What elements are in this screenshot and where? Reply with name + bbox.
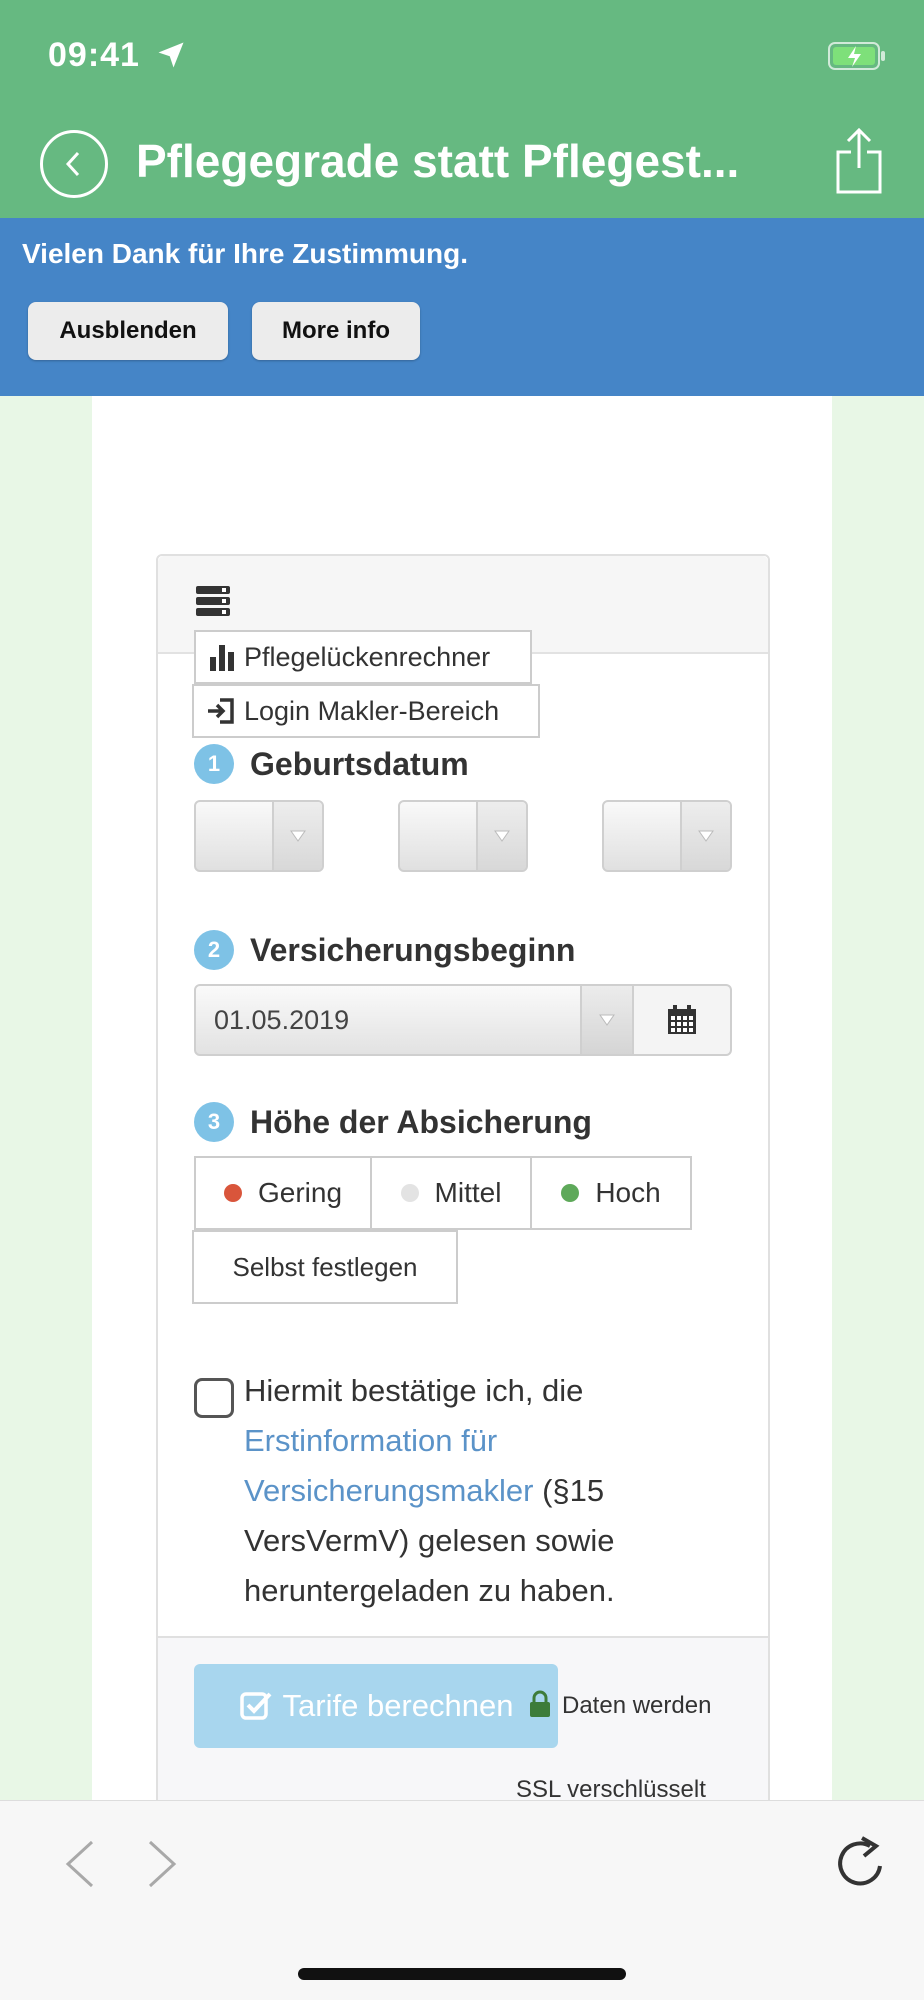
calculator-link-label: Pflegelückenrechner <box>244 641 491 672</box>
birth-month-select[interactable] <box>398 800 528 872</box>
calendar-button[interactable] <box>634 984 732 1056</box>
calculate-tariffs-label: Tarife berechnen <box>282 1688 514 1723</box>
level-label: Gering <box>257 1177 343 1208</box>
first-information-link[interactable]: Erstinformation für Versicherungsmakler <box>244 1423 533 1508</box>
caret-down-icon <box>698 830 714 842</box>
calculate-tariffs-button[interactable]: Tarife berechnen <box>194 1664 558 1748</box>
chevron-left-icon <box>65 151 80 177</box>
level-label: Mittel <box>434 1177 502 1208</box>
ssl-note-line1: Daten werden <box>562 1692 712 1719</box>
broker-login-label: Login Makler-Bereich <box>244 695 500 726</box>
agreement-text: Hiermit bestätige ich, die Erstinformati… <box>244 1366 714 1616</box>
server-menu-icon[interactable] <box>196 584 230 618</box>
location-arrow-icon <box>158 42 184 68</box>
agreement-text-start: Hiermit bestätige ich, die <box>244 1373 584 1408</box>
step-number: 2 <box>194 930 234 970</box>
consent-message: Vielen Dank für Ihre Zustimmung. <box>22 238 469 269</box>
sign-in-icon <box>208 698 234 724</box>
calendar-icon <box>668 1005 696 1034</box>
agreement-checkbox[interactable] <box>194 1378 234 1418</box>
step-number: 3 <box>194 1102 234 1142</box>
birth-day-select[interactable] <box>194 800 324 872</box>
step-number: 1 <box>194 744 234 784</box>
caret-down-icon <box>494 830 510 842</box>
page-title: Pflegegrade statt Pflegest... <box>136 135 740 187</box>
step-birthdate: 1 Geburtsdatum <box>194 742 469 786</box>
level-label: Hoch <box>595 1177 661 1208</box>
step-label: Höhe der Absicherung <box>250 1103 592 1140</box>
birth-year-select[interactable] <box>602 800 732 872</box>
caret-down-icon <box>290 830 306 842</box>
status-dot <box>400 1184 419 1202</box>
more-info-button[interactable]: More info <box>252 302 420 360</box>
check-square-icon <box>239 1692 271 1720</box>
lock-icon <box>530 1690 550 1717</box>
browser-forward-icon[interactable] <box>144 1838 180 1890</box>
reload-icon[interactable] <box>834 1832 890 1892</box>
status-time: 09:41 <box>48 36 140 74</box>
custom-level-button[interactable]: Selbst festlegen <box>192 1230 458 1304</box>
bar-chart-icon <box>210 645 234 671</box>
browser-back-icon[interactable] <box>62 1838 98 1890</box>
share-icon[interactable] <box>834 126 884 196</box>
step-insurance-start: 2 Versicherungsbeginn <box>194 928 575 972</box>
level-low-option[interactable]: Gering <box>194 1156 372 1230</box>
insurance-start-value: 01.05.2019 <box>214 1004 350 1035</box>
home-indicator <box>298 1968 626 1980</box>
level-medium-option[interactable]: Mittel <box>370 1156 532 1230</box>
broker-login-link[interactable]: Login Makler-Bereich <box>192 684 540 738</box>
back-button[interactable] <box>40 130 108 198</box>
hide-button[interactable]: Ausblenden <box>28 302 228 360</box>
status-dot <box>223 1184 242 1202</box>
level-high-option[interactable]: Hoch <box>530 1156 692 1230</box>
insurance-start-select[interactable]: 01.05.2019 <box>194 984 634 1056</box>
status-dot <box>561 1184 580 1202</box>
battery-icon <box>828 42 885 70</box>
caret-down-icon <box>599 1014 615 1026</box>
step-label: Versicherungsbeginn <box>250 931 576 968</box>
step-coverage-level: 3 Höhe der Absicherung <box>194 1100 592 1144</box>
step-label: Geburtsdatum <box>250 745 469 782</box>
calculator-link[interactable]: Pflegelückenrechner <box>194 630 532 684</box>
